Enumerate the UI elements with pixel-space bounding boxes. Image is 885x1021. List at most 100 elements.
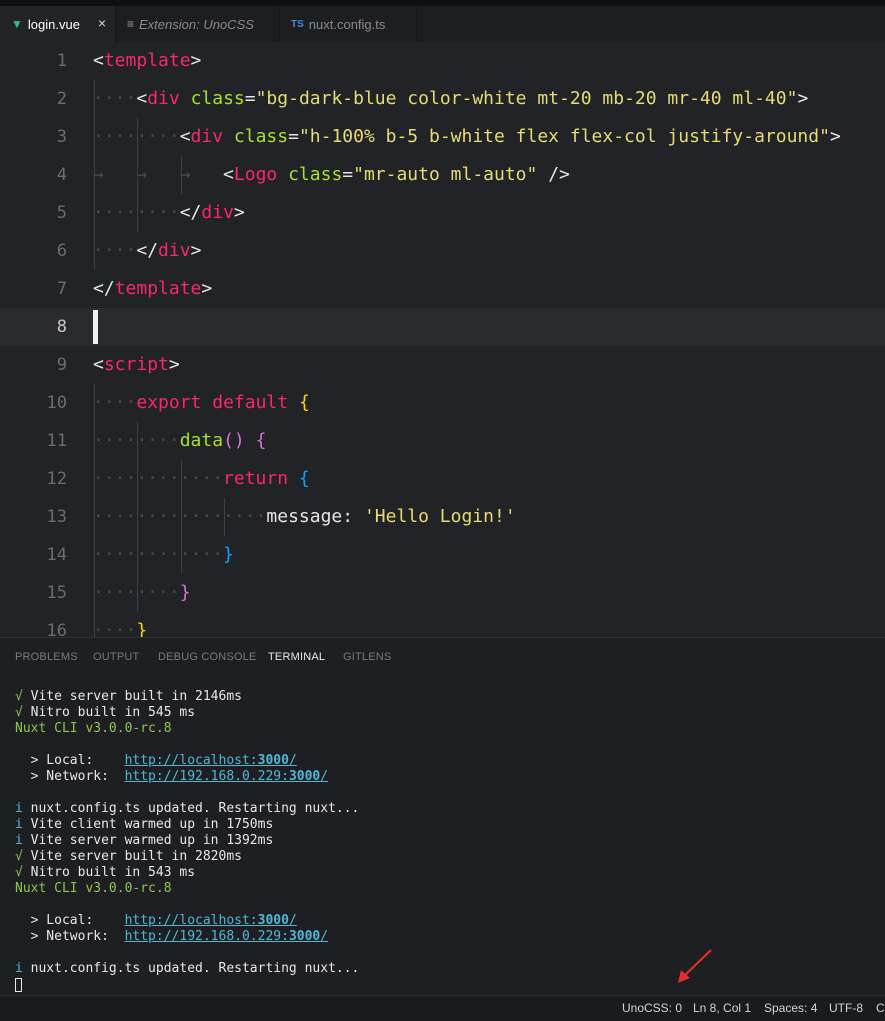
- tab-nuxt-config[interactable]: TS nuxt.config.ts: [280, 6, 417, 42]
- terminal-text: Nuxt CLI v3.0.0-rc.8: [15, 721, 172, 736]
- code-line[interactable]: 11 ········ data() {: [0, 422, 885, 460]
- tab-terminal[interactable]: TERMINAL: [268, 651, 325, 663]
- terminal-text: i: [15, 801, 31, 816]
- code-token: Logo: [233, 164, 278, 185]
- line-number: 12: [46, 469, 67, 489]
- terminal-link[interactable]: /: [289, 913, 297, 928]
- tab-debug-console[interactable]: DEBUG CONSOLE: [158, 651, 257, 663]
- code-line[interactable]: 10 ···· export default {: [0, 384, 885, 422]
- indentation[interactable]: Spaces: 4: [764, 1001, 817, 1015]
- code-editor[interactable]: 1 <template> 2 ···· <div class="bg-dark-blu…: [0, 42, 885, 637]
- line-number: 11: [46, 431, 67, 451]
- terminal-link[interactable]: http://localhost:: [125, 913, 258, 928]
- status-overflow[interactable]: C: [876, 1001, 885, 1015]
- code-token: >: [190, 240, 202, 261]
- terminal-line: > Local: http://localhost:3000/: [15, 913, 359, 929]
- code-token: <: [223, 164, 234, 185]
- code-text: <script>: [93, 346, 180, 384]
- close-icon[interactable]: ×: [98, 15, 106, 31]
- code-token: default: [212, 392, 289, 413]
- code-line[interactable]: 9 <script>: [0, 346, 885, 384]
- encoding[interactable]: UTF-8: [829, 1001, 863, 1015]
- bottom-panel: PROBLEMS OUTPUT DEBUG CONSOLE TERMINAL G…: [0, 637, 885, 996]
- code-token: div: [158, 240, 191, 261]
- terminal-text: √: [15, 705, 31, 720]
- line-number: 5: [56, 203, 67, 223]
- code-text: </template>: [93, 270, 212, 308]
- code-token: >: [190, 50, 202, 71]
- terminal-line: √ Vite server built in 2820ms: [15, 849, 359, 865]
- terminal-link[interactable]: 3000: [258, 913, 289, 928]
- terminal-link[interactable]: 3000: [289, 929, 320, 944]
- terminal-text: Nitro built in 543 ms: [30, 865, 196, 880]
- code-line[interactable]: 1 <template>: [0, 42, 885, 80]
- code-token: >: [797, 88, 809, 109]
- tab-label: nuxt.config.ts: [308, 16, 386, 32]
- terminal-link[interactable]: /: [320, 929, 328, 944]
- unocss-status[interactable]: UnoCSS: 0: [622, 1001, 682, 1015]
- tab-problems[interactable]: PROBLEMS: [15, 651, 78, 663]
- terminal-output[interactable]: √ Vite server built in 2146ms √ Nitro bui…: [15, 689, 359, 977]
- terminal-line: √ Nitro built in 543 ms: [15, 865, 359, 881]
- code-line[interactable]: 15 ········ }: [0, 574, 885, 612]
- tab-gitlens[interactable]: GITLENS: [343, 651, 391, 663]
- terminal-link[interactable]: 3000: [289, 769, 320, 784]
- code-line[interactable]: 3 ········ <div class="h-100% b-5 b-white…: [0, 118, 885, 156]
- code-line[interactable]: 4 → → → <Logo class="mr-auto ml-auto" />: [0, 156, 885, 194]
- line-number: 6: [56, 241, 67, 261]
- code-line[interactable]: 6 ···· </div>: [0, 232, 885, 270]
- text-cursor: [93, 310, 98, 344]
- code-line[interactable]: 8: [0, 308, 885, 346]
- code-token: template: [103, 50, 191, 71]
- terminal-line: √ Nitro built in 545 ms: [15, 705, 359, 721]
- tab-output[interactable]: OUTPUT: [93, 651, 139, 663]
- tab-extension-unocss[interactable]: ≡ Extension: UnoCSS: [116, 6, 280, 42]
- vue-icon: ▼: [11, 17, 23, 31]
- code-token: message:: [266, 506, 364, 527]
- tab-login-vue[interactable]: ▼ login.vue ×: [0, 6, 116, 42]
- terminal-link[interactable]: http://192.168.0.229:: [125, 769, 289, 784]
- terminal-line: √ Vite server built in 2146ms: [15, 689, 359, 705]
- terminal-text: Vite server warmed up in 1392ms: [30, 833, 274, 848]
- code-token: =: [342, 164, 354, 185]
- code-token: >: [201, 278, 213, 299]
- terminal-text: > Local:: [15, 913, 125, 928]
- terminal-link[interactable]: http://192.168.0.229:: [125, 929, 289, 944]
- code-text: data() {: [93, 422, 267, 460]
- code-line[interactable]: 14 ············ }: [0, 536, 885, 574]
- code-text: export default {: [93, 384, 309, 422]
- terminal-link[interactable]: 3000: [258, 753, 289, 768]
- terminal-line: > Local: http://localhost:3000/: [15, 753, 359, 769]
- code-token: </: [136, 240, 159, 261]
- terminal-text: > Network:: [15, 929, 125, 944]
- terminal-link[interactable]: /: [320, 769, 328, 784]
- cursor-position[interactable]: Ln 8, Col 1: [693, 1001, 751, 1015]
- code-text: message: 'Hello Login!': [93, 498, 515, 536]
- code-line[interactable]: 16 ···· }: [0, 612, 885, 637]
- code-token: "bg-dark-blue color-white mt-20 mb-20 mr…: [255, 88, 798, 109]
- code-line[interactable]: 13 ················ message: 'Hello Login…: [0, 498, 885, 536]
- code-line[interactable]: 2 ···· <div class="bg-dark-blue color-whi…: [0, 80, 885, 118]
- terminal-line: Nuxt CLI v3.0.0-rc.8: [15, 721, 359, 737]
- code-line[interactable]: 12 ············ return {: [0, 460, 885, 498]
- editor-tab-bar: ▼ login.vue × ≡ Extension: UnoCSS TS nux…: [0, 0, 885, 42]
- code-token: template: [114, 278, 202, 299]
- terminal-link[interactable]: http://localhost:: [125, 753, 258, 768]
- code-line[interactable]: 5 ········ </div>: [0, 194, 885, 232]
- code-token: div: [147, 88, 180, 109]
- code-token: "h-100% b-5 b-white flex flex-col justif…: [298, 126, 830, 147]
- annotation-arrow-icon: [678, 949, 712, 983]
- code-line[interactable]: 7 </template>: [0, 270, 885, 308]
- terminal-link[interactable]: /: [289, 753, 297, 768]
- terminal-text: i: [15, 961, 31, 976]
- line-number: 1: [56, 51, 67, 71]
